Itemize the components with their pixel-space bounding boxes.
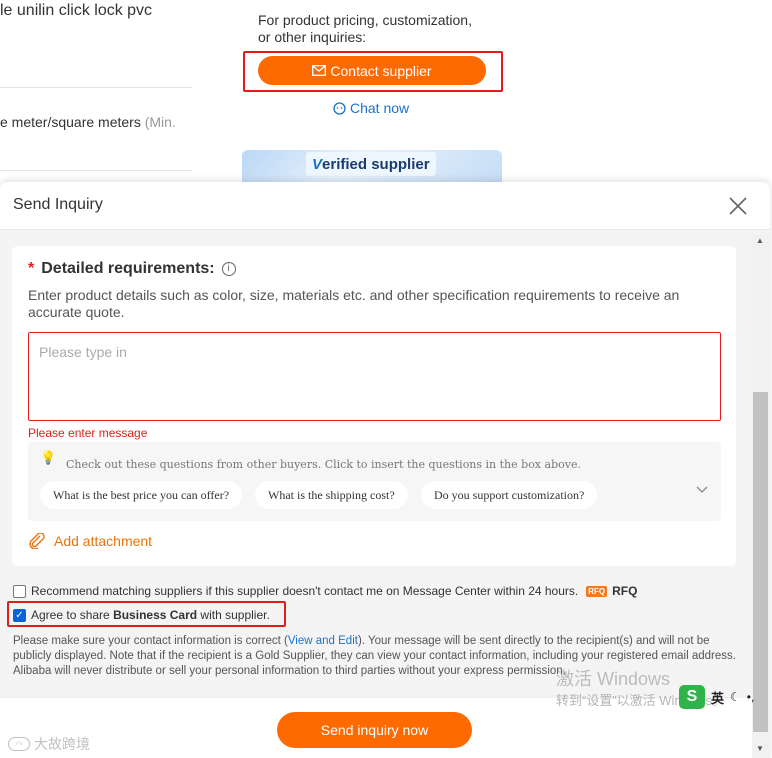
requirements-description: Enter product details such as color, siz…	[28, 287, 680, 320]
info-icon[interactable]: i	[221, 262, 236, 276]
rfq-badge-icon: RFQ	[586, 585, 608, 597]
modal-title: Send Inquiry	[13, 196, 103, 213]
share-label: Agree to share Business Card with suppli…	[31, 608, 270, 622]
divider	[0, 87, 192, 88]
recommend-suppliers-option[interactable]: Recommend matching suppliers if this sup…	[13, 584, 637, 598]
unit-text: e meter/square meters	[0, 114, 141, 130]
close-icon[interactable]	[726, 194, 750, 218]
lightbulb-icon: 💡	[40, 450, 57, 465]
recommend-checkbox[interactable]	[13, 584, 26, 598]
question-chip-shipping[interactable]: What is the shipping cost?	[255, 481, 408, 509]
questions-hint: Check out these questions from other buy…	[66, 458, 581, 471]
product-page-background: le unilin click lock pvc e meter/square …	[0, 0, 772, 182]
share-business-card-option[interactable]: ✓ Agree to share Business Card with supp…	[13, 608, 270, 622]
chat-icon	[333, 101, 346, 115]
brand-logo-icon: ◠	[8, 737, 30, 751]
suggested-questions-box: 💡 Check out these questions from other b…	[28, 442, 721, 521]
product-title: le unilin click lock pvc	[0, 2, 153, 19]
envelope-icon	[312, 65, 327, 76]
share-bold: Business Card	[113, 608, 198, 622]
chat-now-link[interactable]: Chat now	[333, 100, 409, 116]
recommend-label: Recommend matching suppliers if this sup…	[31, 584, 579, 598]
scrollbar-thumb[interactable]	[753, 392, 768, 732]
required-mark: *	[28, 260, 35, 277]
contact-supplier-label: Contact supplier	[330, 62, 432, 79]
verified-text: erified supplier	[322, 155, 430, 173]
add-attachment-label: Add attachment	[54, 533, 153, 549]
requirements-card: * Detailed requirements: i Enter product…	[12, 246, 736, 566]
divider	[0, 170, 192, 171]
scroll-down-arrow-icon[interactable]: ▼	[756, 744, 764, 753]
brand-watermark: ◠ 大故跨境	[8, 734, 90, 754]
add-attachment-link[interactable]: Add attachment	[28, 533, 152, 549]
prompt-line-2: or other inquiries:	[258, 29, 367, 45]
requirements-title: Detailed requirements:	[41, 260, 215, 277]
requirements-heading: * Detailed requirements: i	[28, 260, 236, 278]
inquiry-prompt: For product pricing, customization, or o…	[258, 12, 498, 46]
send-inquiry-button[interactable]: Send inquiry now	[277, 712, 472, 748]
share-prefix: Agree to share	[31, 608, 114, 622]
message-error: Please enter message	[28, 426, 148, 440]
chat-now-label: Chat now	[350, 100, 410, 116]
rfq-text: RFQ	[612, 584, 638, 598]
question-chip-price[interactable]: What is the best price you can offer?	[40, 481, 243, 509]
brand-text: 大故跨境	[34, 736, 90, 752]
scroll-up-arrow-icon[interactable]: ▲	[756, 236, 764, 245]
share-checkbox[interactable]: ✓	[13, 608, 26, 622]
disclaimer-part1: Please make sure your contact informatio…	[13, 635, 288, 647]
moon-icon[interactable]: ☾	[730, 690, 741, 704]
message-textarea[interactable]: Please type in	[28, 332, 721, 421]
prompt-line-1: For product pricing, customization,	[258, 12, 472, 28]
product-unit-info: e meter/square meters (Min.	[0, 114, 176, 130]
verified-v: V	[312, 155, 323, 173]
ime-toolbar[interactable]: S 英 ☾ •,	[679, 684, 772, 710]
punctuation-icon[interactable]: •,	[747, 690, 755, 704]
contact-supplier-button[interactable]: Contact supplier	[258, 56, 486, 85]
chevron-down-icon[interactable]	[696, 486, 708, 494]
share-suffix: with supplier.	[197, 608, 270, 622]
paperclip-icon	[29, 533, 45, 549]
ime-language-indicator[interactable]: 英	[711, 688, 724, 707]
min-order-text: (Min.	[144, 114, 176, 130]
verified-supplier-badge: Verified supplier	[306, 152, 436, 176]
view-and-edit-link[interactable]: View and Edit	[288, 635, 358, 647]
windows-activation-watermark: 激活 Windows	[556, 669, 671, 689]
modal-header: Send Inquiry	[0, 182, 770, 230]
question-chip-customization[interactable]: Do you support customization?	[421, 481, 598, 509]
sogou-ime-icon[interactable]: S	[679, 685, 705, 709]
